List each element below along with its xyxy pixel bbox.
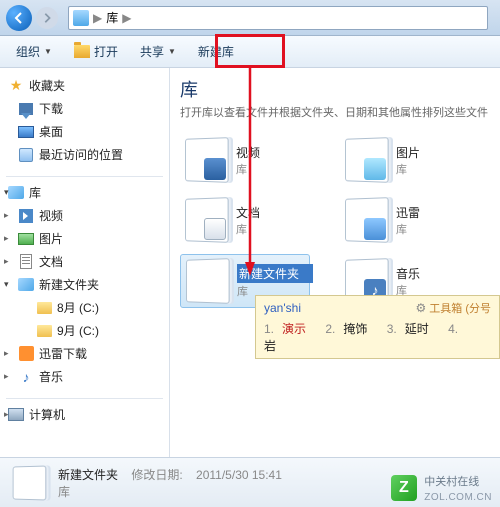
chevron-down-icon: ▼: [44, 47, 52, 56]
expand-icon[interactable]: ▸: [4, 409, 9, 420]
address-bar[interactable]: ▶ 库 ▶: [68, 6, 488, 30]
video-library-icon: [184, 138, 228, 182]
libraries-icon: [8, 185, 24, 201]
sidebar-subfolder-aug[interactable]: 8月 (C:): [0, 296, 169, 319]
ime-candidate-window[interactable]: yan'shi ⚙ 工具箱 (分号 1.演示 2.掩饰 3.延时 4.岩: [255, 295, 500, 359]
music-icon: ♪: [18, 369, 34, 385]
favorites-header[interactable]: ★ 收藏夹: [0, 74, 169, 97]
status-text: 新建文件夹 修改日期: 2011/5/30 15:41 库: [58, 466, 282, 500]
expand-icon[interactable]: ▸: [4, 256, 9, 267]
document-library-icon: [184, 198, 228, 242]
nav-sidebar: ★ 收藏夹 下载 桌面 最近访问的位置 ▾: [0, 68, 170, 457]
new-library-label: 新建库: [198, 43, 234, 60]
status-modified-label: 修改日期:: [131, 468, 182, 482]
download-icon: [18, 101, 34, 117]
xunlei-library-icon: [344, 198, 388, 242]
sidebar-xunlei[interactable]: ▸ 迅雷下载: [0, 342, 169, 365]
sidebar-documents[interactable]: ▸ 文档: [0, 250, 169, 273]
status-type: 库: [58, 483, 282, 500]
expand-icon[interactable]: ▸: [4, 371, 9, 382]
new-library-button[interactable]: 新建库: [188, 39, 244, 64]
picture-icon: [18, 231, 34, 247]
explorer-window: ▶ 库 ▶ 组织 ▼ 打开 共享 ▼ 新建库 ★ 收藏夹: [0, 0, 500, 507]
xunlei-icon: [18, 346, 34, 362]
organize-label: 组织: [16, 43, 40, 60]
expand-icon[interactable]: ▸: [4, 348, 9, 359]
folder-icon: [36, 300, 52, 316]
desktop-icon: [18, 124, 34, 140]
sidebar-pictures[interactable]: ▸ 图片: [0, 227, 169, 250]
expand-icon[interactable]: ▸: [4, 210, 9, 221]
ime-candidate-2[interactable]: 2.掩饰: [325, 322, 375, 336]
sidebar-computer[interactable]: ▸ 计算机: [0, 403, 169, 426]
items-grid: 视频库 图片库 文档库 迅雷库 新建文件夹: [180, 134, 490, 308]
expand-icon[interactable]: ▸: [4, 233, 9, 244]
ime-candidates: 1.演示 2.掩饰 3.延时 4.岩: [264, 320, 491, 354]
library-item-videos[interactable]: 视频库: [180, 134, 310, 186]
breadcrumb-root[interactable]: 库: [106, 9, 118, 26]
computer-icon: [8, 407, 24, 423]
open-button[interactable]: 打开: [64, 39, 128, 64]
folder-icon: [18, 277, 34, 293]
library-item-xunlei[interactable]: 迅雷库: [340, 194, 470, 246]
watermark: 中关村在线 ZOL.COM.CN: [391, 473, 492, 503]
chevron-down-icon: ▼: [168, 47, 176, 56]
libraries-icon: [73, 10, 89, 26]
sidebar-newfolder[interactable]: ▾ 新建文件夹: [0, 273, 169, 296]
picture-library-icon: [344, 138, 388, 182]
nav-forward-button: [36, 7, 58, 29]
breadcrumb-sep: ▶: [122, 11, 131, 25]
titlebar: ▶ 库 ▶: [0, 0, 500, 36]
divider: [6, 398, 163, 399]
video-icon: [18, 208, 34, 224]
status-bar: 新建文件夹 修改日期: 2011/5/30 15:41 库 中关村在线 ZOL.…: [0, 457, 500, 507]
sidebar-videos[interactable]: ▸ 视频: [0, 204, 169, 227]
status-name: 新建文件夹: [58, 468, 118, 482]
organize-menu[interactable]: 组织 ▼: [6, 39, 62, 64]
main-content: 库 打开库以查看文件并根据文件夹、日期和其他属性排列这些文件 视频库 图片库 文…: [170, 68, 500, 457]
page-subtitle: 打开库以查看文件并根据文件夹、日期和其他属性排列这些文件: [180, 104, 490, 120]
selected-item-icon: [10, 464, 48, 502]
ime-toolbox[interactable]: ⚙ 工具箱 (分号: [416, 300, 492, 316]
page-title: 库: [180, 76, 490, 102]
sidebar-downloads[interactable]: 下载: [0, 97, 169, 120]
ime-input-text: yan'shi: [264, 301, 301, 315]
rename-input[interactable]: 新建文件夹: [237, 264, 313, 283]
ime-candidate-1[interactable]: 1.演示: [264, 322, 314, 336]
open-label: 打开: [94, 43, 118, 60]
expand-icon[interactable]: ▾: [4, 279, 9, 290]
share-menu[interactable]: 共享 ▼: [130, 39, 186, 64]
star-icon: ★: [8, 78, 24, 94]
toolbar: 组织 ▼ 打开 共享 ▼ 新建库: [0, 36, 500, 68]
recent-icon: [18, 147, 34, 163]
body-area: ★ 收藏夹 下载 桌面 最近访问的位置 ▾: [0, 68, 500, 457]
library-item-pictures[interactable]: 图片库: [340, 134, 470, 186]
expand-icon[interactable]: ▾: [4, 187, 9, 198]
folder-open-icon: [74, 45, 90, 58]
sidebar-desktop[interactable]: 桌面: [0, 120, 169, 143]
status-modified-value: 2011/5/30 15:41: [196, 468, 282, 482]
ime-candidate-3[interactable]: 3.延时: [387, 322, 437, 336]
sidebar-subfolder-sep[interactable]: 9月 (C:): [0, 319, 169, 342]
sidebar-recent[interactable]: 最近访问的位置: [0, 143, 169, 166]
share-label: 共享: [140, 43, 164, 60]
divider: [6, 176, 163, 177]
library-item-documents[interactable]: 文档库: [180, 194, 310, 246]
breadcrumb-sep: ▶: [93, 11, 102, 25]
zol-logo-icon: [391, 475, 417, 501]
folder-icon: [36, 323, 52, 339]
library-icon: [185, 259, 229, 303]
nav-back-button[interactable]: [6, 5, 32, 31]
sidebar-music[interactable]: ▸ ♪ 音乐: [0, 365, 169, 388]
libraries-header[interactable]: ▾ 库: [0, 181, 169, 204]
gear-icon: ⚙: [416, 301, 427, 315]
document-icon: [18, 254, 34, 270]
